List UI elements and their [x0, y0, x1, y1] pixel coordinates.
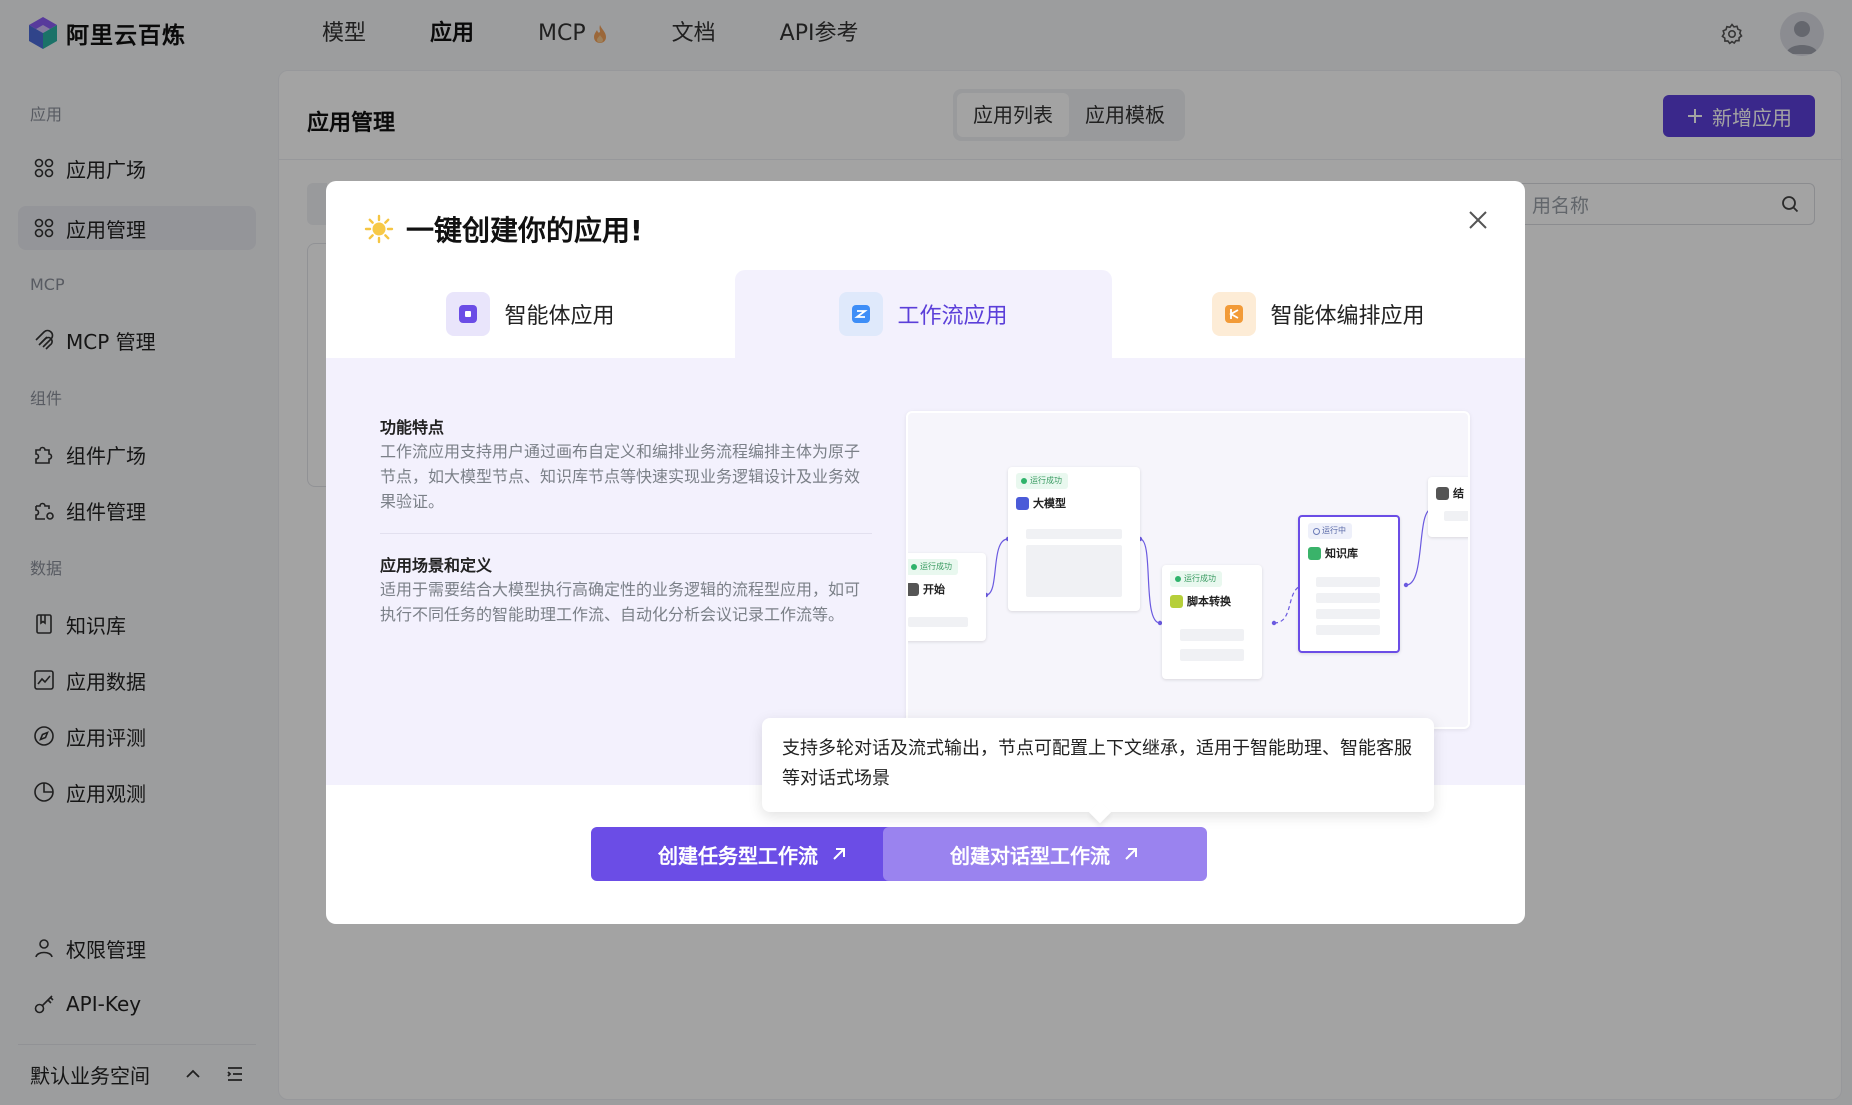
node-placeholder — [1026, 529, 1122, 539]
tab-agent-app[interactable]: 智能体应用 — [326, 270, 735, 358]
node-status: 运行成功 — [908, 559, 958, 575]
tab-orchestration-app[interactable]: 智能体编排应用 — [1112, 270, 1525, 358]
node-placeholder — [908, 617, 968, 627]
tab-label: 智能体应用 — [504, 304, 615, 329]
tab-label: 智能体编排应用 — [1270, 304, 1425, 329]
workflow-icon — [839, 292, 884, 336]
chat-workflow-tooltip: 支持多轮对话及流式输出，节点可配置上下文继承，适用于智能助理、智能客服等对话式场… — [762, 718, 1434, 812]
workflow-node-llm: 运行成功 大模型 — [1008, 467, 1140, 611]
end-node-icon — [1436, 486, 1449, 500]
arrow-up-right-icon — [1125, 848, 1137, 860]
sun-icon — [364, 214, 394, 244]
knowledge-node-icon — [1308, 546, 1321, 560]
start-node-icon — [908, 582, 919, 596]
script-node-icon — [1170, 594, 1183, 608]
modal-title: 一键创建你的应用! — [406, 214, 643, 247]
node-placeholder — [1316, 593, 1380, 603]
workflow-node-script: 运行成功 脚本转换 — [1162, 565, 1262, 679]
create-chat-workflow-button[interactable]: 创建对话型工作流 — [883, 827, 1207, 881]
create-app-modal: 一键创建你的应用! 智能体应用 工作流应用 智能体编排应用 功能特点 工作流应用… — [326, 181, 1525, 924]
scenario-title: 应用场景和定义 — [380, 556, 493, 575]
node-placeholder — [1026, 545, 1122, 597]
node-placeholder — [1180, 649, 1244, 661]
workflow-node-start: 运行成功 开始 — [908, 553, 986, 641]
orchestration-icon — [1212, 292, 1257, 336]
node-placeholder — [1180, 629, 1244, 641]
node-name-row: 大模型 — [1016, 495, 1066, 511]
node-name-row: 知识库 — [1308, 545, 1358, 561]
tab-label: 工作流应用 — [897, 304, 1008, 329]
node-name: 知识库 — [1325, 547, 1358, 560]
close-icon[interactable] — [1465, 207, 1491, 233]
node-name: 开始 — [923, 583, 945, 596]
workflow-node-end: 结 — [1428, 477, 1468, 537]
button-label: 创建任务型工作流 — [658, 843, 818, 868]
tab-workflow-app[interactable]: 工作流应用 — [735, 270, 1112, 358]
node-name-row: 结 — [1436, 485, 1464, 501]
arrow-up-right-icon — [833, 848, 845, 860]
create-task-workflow-button[interactable]: 创建任务型工作流 — [591, 827, 915, 881]
node-name-row: 脚本转换 — [1170, 593, 1231, 609]
llm-node-icon — [1016, 496, 1029, 510]
node-placeholder — [1316, 625, 1380, 635]
node-status: 运行成功 — [1016, 473, 1068, 489]
features-title: 功能特点 — [380, 418, 445, 437]
node-name: 脚本转换 — [1187, 595, 1231, 608]
node-name: 大模型 — [1033, 497, 1066, 510]
modal-header: 一键创建你的应用! — [364, 209, 643, 249]
node-placeholder — [1316, 577, 1380, 587]
app-type-tabs: 智能体应用 工作流应用 智能体编排应用 — [326, 270, 1525, 358]
features-divider — [380, 533, 872, 534]
workflow-preview-image: 运行成功 开始 运行成功 大模型 运行成功 脚本转换 运行中 知识库 结 — [906, 411, 1470, 729]
node-name: 结 — [1453, 487, 1464, 500]
workflow-node-knowledge: 运行中 知识库 — [1298, 515, 1400, 653]
node-name-row: 开始 — [908, 581, 945, 597]
node-status: 运行成功 — [1170, 571, 1222, 587]
agent-icon — [446, 292, 491, 336]
button-label: 创建对话型工作流 — [950, 843, 1110, 868]
node-placeholder — [1316, 609, 1380, 619]
scenario-text: 适用于需要结合大模型执行高确定性的业务逻辑的流程型应用，如可执行不同任务的智能助… — [380, 580, 861, 624]
features-text: 工作流应用支持用户通过画布自定义和编排业务流程编排主体为原子节点，如大模型节点、… — [380, 442, 861, 511]
node-status: 运行中 — [1308, 523, 1352, 539]
node-placeholder — [1444, 511, 1468, 521]
